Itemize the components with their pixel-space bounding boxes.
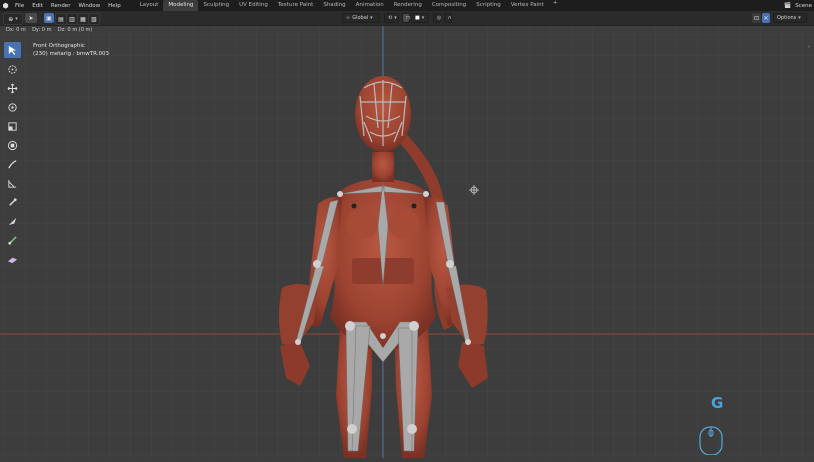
overlay-toggle[interactable]: ✕: [762, 13, 770, 23]
tool-transform[interactable]: [4, 137, 21, 153]
rotate-icon: [8, 102, 17, 112]
tab-vertex-paint[interactable]: Vertex Paint: [506, 0, 549, 11]
menu-help[interactable]: Help: [104, 3, 125, 9]
tab-shading[interactable]: Shading: [318, 0, 350, 11]
view-name: Front Orthographic: [33, 43, 85, 49]
menu-edit[interactable]: Edit: [28, 3, 47, 9]
bone-size-icon: [8, 217, 17, 225]
gizmo-toggle[interactable]: ⊡: [752, 13, 761, 23]
tab-sculpting[interactable]: Sculpting: [198, 0, 234, 11]
tool-scale[interactable]: [4, 118, 21, 134]
tool-bone-envelope[interactable]: [4, 232, 21, 248]
scale-icon: [8, 121, 17, 131]
snap-target-dropdown[interactable]: ■ ▾: [411, 13, 429, 23]
options-dropdown[interactable]: Options ▾: [773, 13, 807, 23]
tool-select-box[interactable]: [4, 42, 21, 58]
gizmo-icon: ⊡: [753, 14, 760, 22]
select-invert-icon: ▦: [80, 15, 86, 23]
selection-mode-new-button[interactable]: ▣: [44, 13, 54, 23]
magnet-icon: ⊓: [406, 15, 410, 21]
tab-uv-editing[interactable]: UV Editing: [234, 0, 273, 11]
selection-mode-intersect-button[interactable]: ▧: [88, 13, 100, 25]
select-intersect-icon: ▧: [91, 15, 97, 23]
select-tool-button[interactable]: ➤: [25, 13, 37, 23]
chevron-down-icon: ▾: [370, 15, 373, 21]
cursor-icon: [8, 64, 17, 74]
tool-cursor[interactable]: [4, 61, 21, 77]
scene-selector[interactable]: 🎬︎ Scene: [782, 0, 814, 11]
scene-icon: 🎬︎: [783, 2, 792, 9]
3d-viewport[interactable]: [0, 26, 814, 458]
close-icon: ✕: [763, 14, 769, 22]
select-box-icon: [8, 45, 17, 55]
pivot-point-dropdown[interactable]: ⟲ ▾: [384, 13, 399, 23]
shear-icon: [7, 257, 18, 263]
proportional-falloff-dropdown[interactable]: ∩: [444, 13, 452, 23]
proportional-editing-toggle[interactable]: ◎: [433, 13, 441, 23]
tool-shelf: [3, 42, 22, 270]
options-label: Options: [777, 15, 797, 21]
bone-envelope-icon: [8, 235, 17, 245]
viewport-header: ⊕ ▾ ➤ ▣ ▤ ▥ ▦ ▧ ⊹ Global ▾ ⟲ ▾ ⊓ ■ ▾ ◎ ∩ ⊡ …: [0, 11, 814, 26]
tool-shear[interactable]: [4, 251, 21, 267]
key-hint-text: G: [711, 394, 724, 412]
tab-compositing[interactable]: Compositing: [427, 0, 471, 11]
tool-measure[interactable]: [4, 175, 21, 191]
chevron-down-icon: ▾: [394, 15, 397, 21]
tool-bone-roll[interactable]: [4, 194, 21, 210]
tab-modeling[interactable]: Modeling: [163, 0, 199, 11]
measure-icon: [8, 179, 17, 188]
select-subtract-icon: ▥: [69, 15, 75, 23]
menu-render[interactable]: Render: [47, 3, 75, 9]
blender-logo-icon[interactable]: ⬢: [0, 0, 11, 11]
editor-type-button[interactable]: ⊕ ▾: [3, 13, 23, 25]
tab-layout[interactable]: Layout: [135, 0, 164, 11]
tab-rendering[interactable]: Rendering: [389, 0, 427, 11]
move-icon: [7, 83, 18, 93]
snap-toggle[interactable]: ⊓: [402, 13, 410, 23]
cursor-arrow-icon: ➤: [28, 14, 34, 22]
operator-status-text: Dx: 0 m Dy: 0 m Dz: 0 m (0 m): [6, 27, 93, 33]
transform-orientation-dropdown[interactable]: ⊹ Global ▾: [342, 13, 380, 23]
annotate-icon: [8, 159, 17, 168]
falloff-curve-icon: ∩: [448, 15, 452, 21]
select-new-icon: ▣: [46, 14, 52, 22]
tool-bone-size[interactable]: [4, 213, 21, 229]
chevron-down-icon: ▾: [15, 16, 18, 22]
3d-viewport-icon: ⊕: [8, 15, 14, 23]
workspace-tabs: Layout Modeling Sculpting UV Editing Tex…: [135, 0, 562, 11]
viewport-canvas[interactable]: [0, 26, 814, 458]
viewport-info: Front Orthographic (230) metarig : bmwTR…: [33, 42, 109, 58]
proportional-edit-icon: ◎: [437, 15, 442, 21]
transform-orientation-value: Global: [352, 15, 369, 21]
bone-roll-icon: [9, 197, 17, 206]
menu-file[interactable]: File: [11, 3, 28, 9]
chevron-down-icon: ▾: [798, 15, 801, 21]
tool-rotate[interactable]: [4, 99, 21, 115]
menu-window[interactable]: Window: [74, 3, 104, 9]
pivot-icon: ⟲: [388, 15, 393, 21]
object-info: (230) metarig : bmwTR.003: [33, 51, 110, 57]
orientation-icon: ⊹: [346, 15, 351, 21]
tool-annotate[interactable]: [4, 156, 21, 172]
transform-icon: [7, 140, 18, 150]
scene-name: Scene: [795, 2, 812, 9]
sidebar-toggle-icon[interactable]: ‹: [808, 44, 811, 50]
mouse-icon: [699, 426, 723, 455]
chevron-down-icon: ▾: [421, 15, 425, 21]
select-extend-icon: ▤: [58, 15, 64, 23]
top-menu-bar: ⬢ File Edit Render Window Help Layout Mo…: [0, 0, 814, 11]
tab-texture-paint[interactable]: Texture Paint: [273, 0, 319, 11]
tab-scripting[interactable]: Scripting: [471, 0, 505, 11]
tab-animation[interactable]: Animation: [351, 0, 389, 11]
snap-element-icon: ■: [415, 15, 420, 21]
add-workspace-button[interactable]: +: [549, 0, 562, 11]
tool-move[interactable]: [4, 80, 21, 96]
